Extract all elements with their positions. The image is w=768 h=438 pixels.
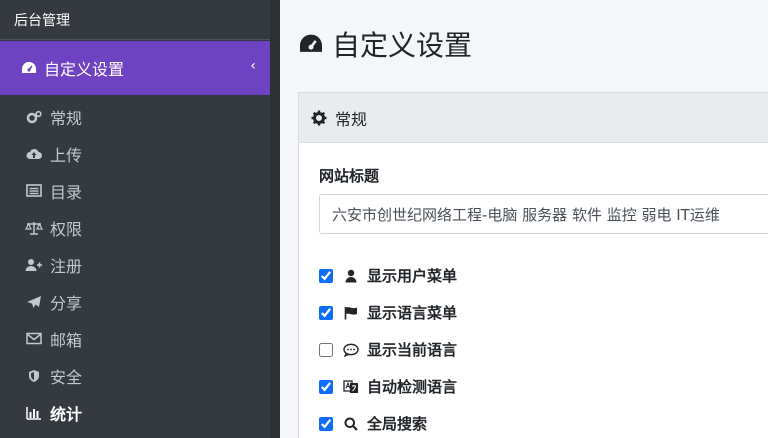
user-plus-icon	[24, 258, 44, 272]
brand-title[interactable]: 后台管理	[0, 0, 280, 40]
language-icon	[343, 379, 359, 394]
bar-chart-icon	[24, 406, 44, 420]
show-current-language-checkbox[interactable]	[319, 342, 333, 357]
option-show-user-menu[interactable]: 显示用户菜单	[319, 257, 457, 294]
user-icon	[343, 269, 359, 283]
gauge-icon	[20, 61, 38, 75]
sidebar-section-label: 自定义设置	[44, 60, 125, 79]
page-title: 自定义设置	[298, 24, 472, 64]
sidebar-item-label: 安全	[50, 367, 83, 387]
option-label: 显示当前语言	[367, 341, 458, 359]
sidebar-item-label: 权限	[50, 219, 83, 239]
option-label: 自动检测语言	[367, 378, 458, 396]
auto-detect-language-checkbox[interactable]	[319, 379, 333, 394]
sidebar-item-email[interactable]: 邮箱	[0, 320, 270, 357]
option-label: 显示用户菜单	[367, 267, 458, 285]
flag-icon	[343, 306, 359, 320]
sidebar-item-security[interactable]: 安全	[0, 357, 270, 394]
search-icon	[343, 417, 359, 431]
sidebar-item-general[interactable]: 常规	[0, 98, 270, 135]
site-title-input[interactable]	[319, 194, 768, 234]
sidebar-item-label: 目录	[50, 182, 83, 202]
comment-dots-icon	[343, 343, 359, 357]
page-title-text: 自定义设置	[332, 29, 473, 62]
card-header: 常规	[299, 93, 768, 143]
sidebar-nav: 常规 上传 目录 权限 注册 分享 邮箱 安全 统计	[0, 98, 270, 431]
sidebar-item-upload[interactable]: 上传	[0, 135, 270, 172]
sidebar-item-permissions[interactable]: 权限	[0, 209, 270, 246]
sidebar-section-custom-settings[interactable]: 自定义设置 ‹	[0, 41, 270, 95]
sidebar-item-label: 邮箱	[50, 330, 83, 350]
show-language-menu-checkbox[interactable]	[319, 305, 333, 320]
option-show-language-menu[interactable]: 显示语言菜单	[319, 294, 457, 331]
sidebar-item-label: 分享	[50, 293, 83, 313]
sidebar-item-directory[interactable]: 目录	[0, 172, 270, 209]
sidebar-item-register[interactable]: 注册	[0, 246, 270, 283]
sidebar-item-label: 常规	[50, 108, 83, 128]
sidebar: 后台管理 自定义设置 ‹ 常规 上传 目录 权限 注册 分享 邮箱 安全 统计	[0, 0, 280, 438]
sidebar-item-label: 上传	[50, 145, 83, 165]
general-settings-card: 常规 网站标题 显示用户菜单 显示语言菜单	[298, 92, 768, 438]
sidebar-scrollbar[interactable]	[270, 0, 280, 438]
sidebar-item-label: 统计	[50, 404, 83, 424]
balance-scale-icon	[24, 221, 44, 235]
option-global-search[interactable]: 全局搜索	[319, 405, 457, 438]
option-auto-detect-language[interactable]: 自动检测语言	[319, 368, 457, 405]
option-label: 全局搜索	[367, 415, 428, 433]
chevron-left-icon[interactable]: ‹	[250, 58, 256, 74]
gear-icon	[311, 110, 327, 126]
option-show-current-language[interactable]: 显示当前语言	[319, 331, 457, 368]
paper-plane-icon	[24, 295, 44, 309]
options-checklist: 显示用户菜单 显示语言菜单 显示当前语言 自动检测语言 全局搜索	[319, 257, 457, 438]
sidebar-item-statistics[interactable]: 统计	[0, 394, 270, 431]
list-icon	[24, 184, 44, 197]
cloud-upload-icon	[24, 147, 44, 160]
global-search-checkbox[interactable]	[319, 416, 333, 431]
option-label: 显示语言菜单	[367, 304, 458, 322]
main-content: 自定义设置 常规 网站标题 显示用户菜单 显示语言	[280, 0, 768, 438]
card-header-title: 常规	[335, 109, 368, 129]
gauge-icon	[298, 33, 324, 55]
shield-icon	[24, 369, 44, 383]
sidebar-item-share[interactable]: 分享	[0, 283, 270, 320]
sidebar-item-label: 注册	[50, 256, 83, 276]
site-title-label: 网站标题	[319, 167, 380, 185]
envelope-icon	[24, 332, 44, 345]
gears-icon	[24, 110, 44, 124]
show-user-menu-checkbox[interactable]	[319, 268, 333, 283]
